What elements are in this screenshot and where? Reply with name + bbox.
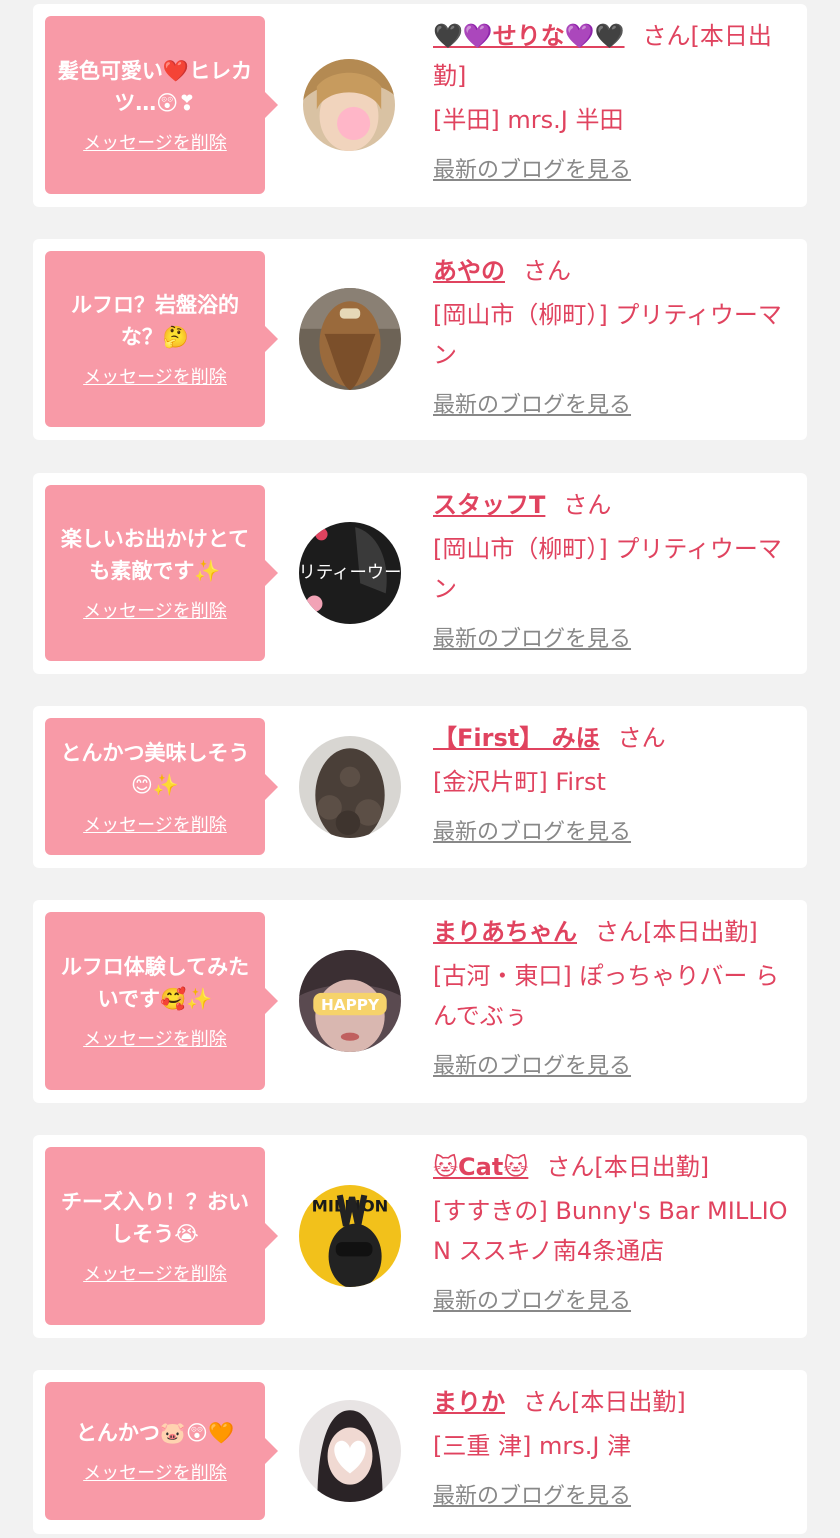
latest-blog-link[interactable]: 最新のブログを見る xyxy=(433,814,631,846)
member-info: まりあちゃん さん[本日出勤] [古河・東口] ぽっちゃりバー らんでぶぅ 最新の… xyxy=(433,912,799,1080)
avatar-back-of-head-icon xyxy=(299,288,401,390)
member-name-link[interactable]: 🐱Cat🐱 xyxy=(433,1153,528,1181)
avatar[interactable] xyxy=(299,736,401,838)
member-info: スタッフT さん [岡山市（柳町）] プリティウーマン 最新のブログを見る xyxy=(433,485,799,653)
member-info: 🖤💜せりな💜🖤 さん[本日出勤] [半田] mrs.J 半田 最新のブログを見る xyxy=(433,16,799,184)
delete-message-link[interactable]: メッセージを削除 xyxy=(83,597,227,623)
message-text: 楽しいお出かけとても素敵です✨ xyxy=(60,527,250,583)
avatar-shop-logo-icon: プリティーウーマ xyxy=(299,522,401,624)
member-status: さん xyxy=(617,724,666,752)
member-status: さん xyxy=(523,257,571,285)
member-name-link[interactable]: あやの xyxy=(433,257,505,285)
message-text: 髪色可愛い❤️ヒレカツ…😲❣ xyxy=(57,59,253,115)
delete-message-link[interactable]: メッセージを削除 xyxy=(83,129,227,155)
message-list: 髪色可愛い❤️ヒレカツ…😲❣ メッセージを削除 🖤💜せりな💜🖤 さん[本日出勤] … xyxy=(0,0,840,1538)
message-card: とんかつ美味しそう😊✨ メッセージを削除 【First】 みほ さん [金沢片町]… xyxy=(33,706,807,868)
delete-message-link[interactable]: メッセージを削除 xyxy=(83,1459,227,1485)
avatar[interactable]: HAPPY xyxy=(299,950,401,1052)
avatar[interactable] xyxy=(299,1400,401,1502)
message-text: ルフロ体験してみたいです🥰✨ xyxy=(60,955,250,1011)
delete-message-link[interactable]: メッセージを削除 xyxy=(83,811,227,837)
shop-name: [岡山市（柳町）] プリティウーマン xyxy=(433,301,782,369)
member-name-link[interactable]: まりあちゃん xyxy=(433,918,577,946)
message-bubble: 楽しいお出かけとても素敵です✨ メッセージを削除 xyxy=(45,485,278,661)
message-bubble: 髪色可愛い❤️ヒレカツ…😲❣ メッセージを削除 xyxy=(45,16,278,194)
member-status: さん[本日出勤] xyxy=(595,918,758,946)
message-bubble: ルフロ？岩盤浴的な？🤔 メッセージを削除 xyxy=(45,251,278,427)
member-name-link[interactable]: スタッフT xyxy=(433,491,545,519)
member-status: さん[本日出勤] xyxy=(546,1153,710,1181)
message-card: とんかつ🐷😲🧡 メッセージを削除 まりか さん[本日出勤] [三重 津] mrs.… xyxy=(33,1370,807,1534)
member-name-link[interactable]: 🖤💜せりな💜🖤 xyxy=(433,22,625,50)
latest-blog-link[interactable]: 最新のブログを見る xyxy=(433,1283,631,1315)
message-bubble: とんかつ美味しそう😊✨ メッセージを削除 xyxy=(45,718,278,855)
shop-name: [すすきの] Bunny's Bar MILLION ススキノ南4条通店 xyxy=(433,1197,788,1265)
message-text: チーズ入り！？おいしそう😭 xyxy=(61,1190,249,1246)
latest-blog-link[interactable]: 最新のブログを見る xyxy=(433,1478,631,1510)
delete-message-link[interactable]: メッセージを削除 xyxy=(83,363,227,389)
avatar[interactable] xyxy=(299,288,401,390)
member-status: さん[本日出勤] xyxy=(523,1388,686,1416)
member-name-link[interactable]: まりか xyxy=(433,1388,505,1416)
message-card: ルフロ？岩盤浴的な？🤔 メッセージを削除 あやの さん [岡山市（柳町）] プリテ… xyxy=(33,239,807,440)
avatar-curly-hair-icon xyxy=(299,736,401,838)
message-text: ルフロ？岩盤浴的な？🤔 xyxy=(71,293,239,349)
member-info: あやの さん [岡山市（柳町）] プリティウーマン 最新のブログを見る xyxy=(433,251,799,419)
member-info: 【First】 みほ さん [金沢片町] First 最新のブログを見る xyxy=(433,718,799,846)
avatar-happy-sticker-icon: HAPPY xyxy=(299,950,401,1052)
avatar[interactable] xyxy=(303,59,395,151)
member-info: 🐱Cat🐱 さん[本日出勤] [すすきの] Bunny's Bar MILLION… xyxy=(433,1147,799,1315)
latest-blog-link[interactable]: 最新のブログを見る xyxy=(433,621,631,653)
message-bubble: ルフロ体験してみたいです🥰✨ メッセージを削除 xyxy=(45,912,278,1090)
latest-blog-link[interactable]: 最新のブログを見る xyxy=(433,1048,631,1080)
avatar-sticker-text: HAPPY xyxy=(321,996,380,1014)
avatar-logo-text: プリティーウーマ xyxy=(299,563,401,583)
member-info: まりか さん[本日出勤] [三重 津] mrs.J 津 最新のブログを見る xyxy=(433,1382,799,1510)
shop-name: [半田] mrs.J 半田 xyxy=(433,106,624,134)
avatar[interactable]: プリティーウーマ xyxy=(299,522,401,624)
shop-name: [岡山市（柳町）] プリティウーマン xyxy=(433,535,782,603)
avatar-magazine-cover-icon: MILLION xyxy=(299,1185,401,1287)
message-text: とんかつ🐷😲🧡 xyxy=(75,1421,235,1445)
delete-message-link[interactable]: メッセージを削除 xyxy=(83,1260,227,1286)
member-status: さん xyxy=(563,491,612,519)
latest-blog-link[interactable]: 最新のブログを見る xyxy=(433,152,631,184)
message-bubble: チーズ入り！？おいしそう😭 メッセージを削除 xyxy=(45,1147,278,1325)
delete-message-link[interactable]: メッセージを削除 xyxy=(83,1025,227,1051)
shop-name: [三重 津] mrs.J 津 xyxy=(433,1432,632,1460)
avatar-heart-face-icon xyxy=(299,1400,401,1502)
member-name-link[interactable]: 【First】 みほ xyxy=(433,724,600,752)
shop-name: [金沢片町] First xyxy=(433,768,606,796)
avatar-blonde-hair-icon xyxy=(303,59,395,151)
message-card: 髪色可愛い❤️ヒレカツ…😲❣ メッセージを削除 🖤💜せりな💜🖤 さん[本日出勤] … xyxy=(33,4,807,207)
message-bubble: とんかつ🐷😲🧡 メッセージを削除 xyxy=(45,1382,278,1520)
message-card: チーズ入り！？おいしそう😭 メッセージを削除 MILLION 🐱Cat🐱 さん[本… xyxy=(33,1135,807,1338)
avatar[interactable]: MILLION xyxy=(299,1185,401,1287)
message-card: ルフロ体験してみたいです🥰✨ メッセージを削除 HAPPY まりあちゃん さん[本… xyxy=(33,900,807,1103)
latest-blog-link[interactable]: 最新のブログを見る xyxy=(433,387,631,419)
message-card: 楽しいお出かけとても素敵です✨ メッセージを削除 プリティーウーマ スタッフT さ… xyxy=(33,473,807,674)
message-text: とんかつ美味しそう😊✨ xyxy=(60,740,250,797)
shop-name: [古河・東口] ぽっちゃりバー らんでぶぅ xyxy=(433,962,779,1030)
